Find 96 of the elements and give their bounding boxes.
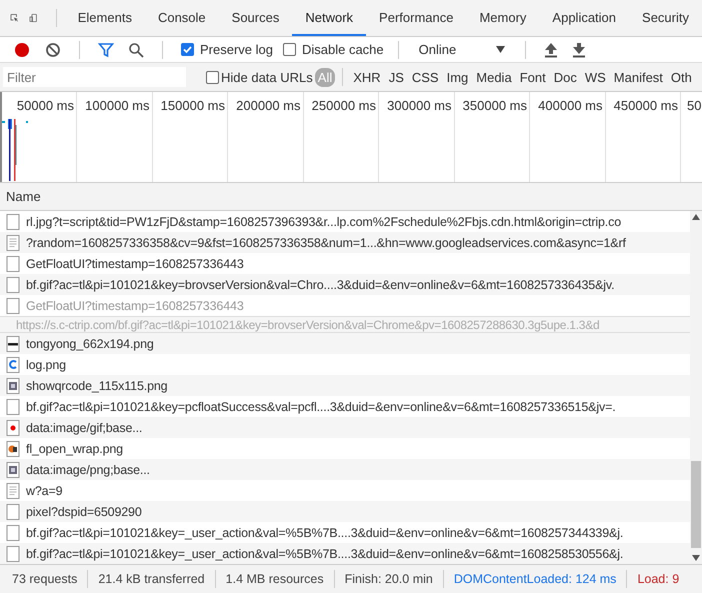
request-row[interactable]: ?random=1608257336358&cv=9&fst=1608257336358&num=1...&hn=www.googleadservices.com&async=1&rf [0,232,690,253]
scroll-down-icon[interactable] [692,555,700,561]
panel-tab[interactable]: Performance [366,0,466,36]
file-icon [6,546,20,562]
waterfall-overview-drawing [2,117,30,181]
request-row[interactable]: bf.gif?ac=tl&pi=101021&key=brovserVersion&val=Chro....3&duid=&env=online&v=6&mt=1608257336435&jv. [0,274,690,295]
image-thumbnail-icon [6,462,20,478]
request-name: bf.gif?ac=tl&pi=101021&key=pcfloatSuccess&val=pcfl....3&duid=&env=online&v=6&mt=1608257336515&jv=. [26,400,616,414]
status-text: 21.4 kB transferred [98,572,205,586]
request-row[interactable]: data:image/png;base... [0,459,690,480]
filter-field[interactable]: Filter [3,67,186,87]
request-name: ?random=1608257336358&cv=9&fst=1608257336358&num=1...&hn=www.googleadservices.com&async=1&rf [26,236,626,250]
throttling-dropdown[interactable]: Online [412,42,512,57]
request-name: data:image/png;base... [26,462,150,476]
time-tick-label: 250000 ms [312,98,376,113]
request-row[interactable]: showqrcode_115x115.png [0,375,690,396]
file-icon [6,256,20,272]
image-thumbnail-icon [6,356,20,372]
type-filter[interactable]: Img [444,68,472,86]
request-name: bf.gif?ac=tl&pi=101021&key=_user_action&val=%5B%7B....3&duid=&env=online&v=6&mt=1608258530556&j. [26,546,624,560]
type-filter[interactable]: Media [473,68,515,86]
status-text: 73 requests [12,572,78,586]
clear-icon[interactable] [45,42,61,58]
type-filter[interactable]: Manifest [610,68,666,86]
document-icon [6,234,20,250]
checkbox-label[interactable]: Hide data URLs [221,70,313,84]
file-icon [6,214,20,230]
status-text: Load: 9 [637,572,680,586]
checkbox[interactable] [181,43,194,56]
record-icon[interactable] [13,40,31,58]
request-row[interactable]: data:image/gif;base... [0,417,690,438]
request-name: rl.jpg?t=script&tid=PW1zFjD&stamp=1608257396393&r...lp.com%2Fschedule%2Fbjs.cdn.html&origin=ctrip.co [26,214,622,228]
request-name: fl_open_wrap.png [26,442,123,456]
file-icon [6,504,20,520]
time-tick-label: 300000 ms [387,98,452,113]
caret-icon [496,46,506,53]
type-filter[interactable]: CSS [408,68,442,86]
status-text: DOMContentLoaded: 124 ms [454,572,616,586]
file-icon [6,298,20,314]
request-name: bf.gif?ac=tl&pi=101021&key=brovserVersion&val=Chro....3&duid=&env=online&v=6&mt=1608257336435&jv. [26,278,614,292]
request-row[interactable]: tongyong_662x194.png [0,333,690,354]
time-tick-label: 400000 ms [538,98,602,113]
time-tick-label: 50 [687,98,702,113]
request-name: GetFloatUI?timestamp=1608257336443 [26,298,244,312]
type-filter[interactable]: Font [516,68,549,86]
panel-tab[interactable]: Sources [218,0,292,36]
request-name: GetFloatUI?timestamp=1608257336443 [26,256,244,270]
panel-tab[interactable]: Elements [64,0,145,36]
request-row[interactable]: pixel?dspid=6509290 [0,501,690,522]
request-name: bf.gif?ac=tl&pi=101021&key=_user_action&val=%5B%7B....3&duid=&env=online&v=6&mt=1608257344339&j. [26,526,624,540]
upload-icon[interactable] [544,42,558,58]
image-thumbnail-icon [6,378,20,394]
type-filter[interactable]: Oth [668,68,695,86]
column-header[interactable]: Name [6,189,41,204]
panel-tab[interactable]: Network [292,0,366,36]
type-filter[interactable]: WS [582,68,609,86]
time-tick-label: 350000 ms [462,98,527,113]
checkbox-label[interactable]: Disable cache [302,42,384,57]
time-tick-label: 50000 ms [16,98,74,113]
filter-icon[interactable] [98,42,114,58]
request-name: pixel?dspid=6509290 [26,504,142,518]
type-filter[interactable]: XHR [350,68,384,86]
scroll-thumb[interactable] [691,461,701,548]
file-icon [6,524,20,540]
checkbox[interactable] [282,43,296,56]
image-thumbnail-icon [6,336,20,352]
type-filter[interactable]: Doc [550,68,580,86]
image-thumbnail-icon [6,420,20,436]
scrollbar[interactable] [690,211,702,564]
scroll-up-icon[interactable] [692,214,700,220]
request-name: tongyong_662x194.png [26,336,154,350]
request-row[interactable]: bf.gif?ac=tl&pi=101021&key=_user_action&val=%5B%7B....3&duid=&env=online&v=6&mt=1608258530556&j. [0,543,690,564]
time-tick-label: 450000 ms [614,98,678,113]
search-icon[interactable] [128,42,144,58]
document-icon [6,482,20,498]
time-tick-label: 150000 ms [160,98,225,113]
type-filter[interactable]: JS [386,68,407,86]
file-icon [6,276,20,292]
image-thumbnail-icon [6,440,20,456]
panel-tab[interactable]: Security [629,0,702,36]
status-text: Finish: 20.0 min [344,572,433,586]
request-name: log.png [26,358,66,372]
time-tick-label: 100000 ms [85,98,150,113]
request-name: data:image/gif;base... [26,420,142,434]
panel-tab[interactable]: Application [539,0,630,36]
checkbox[interactable] [206,70,219,84]
status-text: 1.4 MB resources [226,572,324,586]
panel-tab[interactable]: Console [144,0,219,36]
panel-tab[interactable]: Memory [466,0,540,36]
request-name: showqrcode_115x115.png [26,378,168,392]
download-icon[interactable] [572,42,586,58]
tooltip-url-text: https://s.c-ctrip.com/bf.gif?ac=tl&pi=101021&key=brovserVersion&val=Chrome&pv=1608257288630.3g5upe.1.3&d [16,318,600,332]
time-tick-label: 200000 ms [236,98,300,113]
checkbox-label[interactable]: Preserve log [200,42,273,57]
file-icon [6,398,20,414]
request-name: w?a=9 [26,484,62,498]
